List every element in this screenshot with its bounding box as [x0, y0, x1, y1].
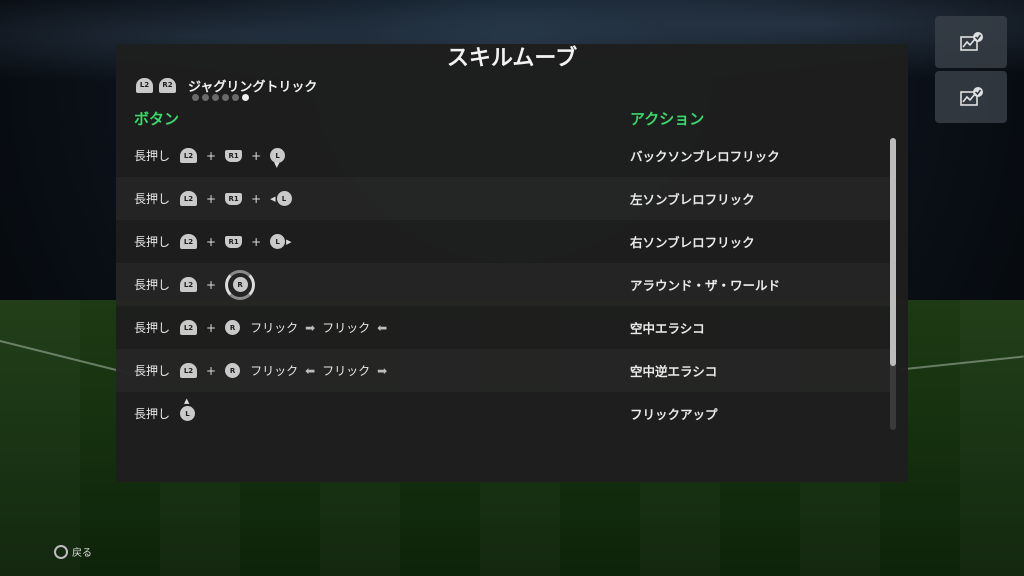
l2-trigger-icon[interactable]: L2 [136, 77, 153, 93]
flick-label: フリック [250, 321, 299, 335]
l2-button-icon: L2 [180, 234, 198, 249]
plus-icon: + [206, 363, 217, 378]
page-dot [202, 94, 209, 101]
category-name: ジャグリングトリック [188, 79, 318, 95]
flick-label: フリック [250, 364, 299, 378]
scrollbar-thumb[interactable] [890, 138, 896, 366]
l2-button-icon: L2 [180, 320, 198, 335]
l2-button-icon: L2 [180, 277, 198, 292]
hold-label: 長押し [134, 192, 171, 206]
back-label: 戻る [72, 548, 92, 559]
hold-label: 長押し [134, 321, 171, 335]
arrow-left-icon: ⬅ [377, 320, 388, 335]
skill-row[interactable]: 長押し L2 + R1 + L ▶ 右ソンブレロフリック [116, 220, 892, 263]
action-label: バックソンブレロフリック [630, 149, 780, 164]
flick-label: フリック [322, 364, 371, 378]
circle-button-icon [54, 544, 68, 559]
plus-icon: + [206, 234, 217, 249]
plus-icon: + [206, 320, 217, 335]
page-title: スキルムーブ [446, 46, 578, 71]
chart-check-icon [960, 32, 983, 51]
side-button-stats-1[interactable] [935, 16, 1007, 68]
hold-label: 長押し [134, 149, 171, 163]
right-stick-rotate-icon: R [225, 269, 256, 300]
arrow-left-icon: ⬅ [305, 363, 316, 378]
l2-button-icon: L2 [180, 191, 198, 206]
chart-check-icon [960, 87, 983, 106]
skill-row[interactable]: 長押し ▲ L フリックアップ [116, 392, 892, 435]
plus-icon: + [251, 148, 262, 163]
plus-icon: + [206, 191, 217, 206]
action-label: 左ソンブレロフリック [630, 192, 755, 207]
page-dot-active [242, 94, 249, 101]
hold-label: 長押し [134, 278, 171, 292]
r1-button-icon: R1 [225, 192, 243, 205]
skill-row[interactable]: 長押し L2 + R1 + L ▼ バックソンブレロフリック [116, 134, 892, 177]
action-label: 右ソンブレロフリック [630, 235, 755, 250]
button-combo: 長押し L2 + R フリック ⬅ フリック ➡ [134, 349, 390, 392]
arrow-right-icon: ➡ [305, 320, 316, 335]
side-button-stats-2[interactable] [935, 71, 1007, 123]
arrow-right-icon: ➡ [377, 363, 388, 378]
left-stick-left-icon: ◀ L [270, 191, 292, 206]
skill-row[interactable]: 長押し L2 + R フリック ⬅ フリック ➡ 空中逆エラシコ [116, 349, 892, 392]
back-button[interactable]: 戻る [54, 544, 92, 559]
plus-icon: + [251, 234, 262, 249]
r2-trigger-icon[interactable]: R2 [159, 77, 176, 93]
page-dot [222, 94, 229, 101]
plus-icon: + [251, 191, 262, 206]
right-stick-icon: R [225, 363, 241, 378]
button-combo: 長押し L2 + R [134, 263, 256, 306]
right-stick-icon: R [225, 320, 241, 335]
page-dot [232, 94, 239, 101]
plus-icon: + [206, 148, 217, 163]
button-combo: 長押し L2 + R1 + L ▼ [134, 134, 286, 177]
button-column-header: ボタン [134, 110, 180, 128]
skill-list: 長押し L2 + R1 + L ▼ バックソンブレロフリック 長押し L2 + … [116, 134, 892, 435]
button-combo: 長押し L2 + R1 + L ▶ [134, 220, 292, 263]
plus-icon: + [206, 277, 217, 292]
skill-row[interactable]: 長押し L2 + R フリック ➡ フリック ⬅ 空中エラシコ [116, 306, 892, 349]
button-combo: 長押し L2 + R1 + ◀ L [134, 177, 292, 220]
page-dot [212, 94, 219, 101]
button-combo: 長押し ▲ L [134, 392, 196, 435]
button-combo: 長押し L2 + R フリック ➡ フリック ⬅ [134, 306, 390, 349]
hold-label: 長押し [134, 364, 171, 378]
r1-button-icon: R1 [225, 235, 243, 248]
left-stick-right-icon: L ▶ [270, 234, 292, 249]
l2-button-icon: L2 [180, 363, 198, 378]
r1-button-icon: R1 [225, 149, 243, 162]
hold-label: 長押し [134, 235, 171, 249]
action-label: フリックアップ [630, 407, 718, 422]
flick-label: フリック [322, 321, 371, 335]
left-stick-up-icon: ▲ L [180, 397, 196, 421]
action-label: 空中エラシコ [630, 321, 705, 336]
page-indicator [192, 94, 249, 101]
skill-row[interactable]: 長押し L2 + R1 + ◀ L 左ソンブレロフリック [116, 177, 892, 220]
skill-moves-panel: スキルムーブ L2 R2 ジャグリングトリック ボタン アクション 長押し L2… [116, 44, 908, 482]
action-label: 空中逆エラシコ [630, 364, 718, 379]
action-column-header: アクション [630, 110, 705, 128]
action-label: アラウンド・ザ・ワールド [630, 278, 781, 293]
hold-label: 長押し [134, 407, 171, 421]
category-selector[interactable]: L2 R2 ジャグリングトリック [136, 74, 317, 96]
skill-row[interactable]: 長押し L2 + R アラウンド・ザ・ワールド [116, 263, 892, 306]
scrollbar[interactable] [890, 138, 896, 430]
left-stick-down-icon: L ▼ [270, 148, 286, 169]
page-dot [192, 94, 199, 101]
l2-button-icon: L2 [180, 148, 198, 163]
